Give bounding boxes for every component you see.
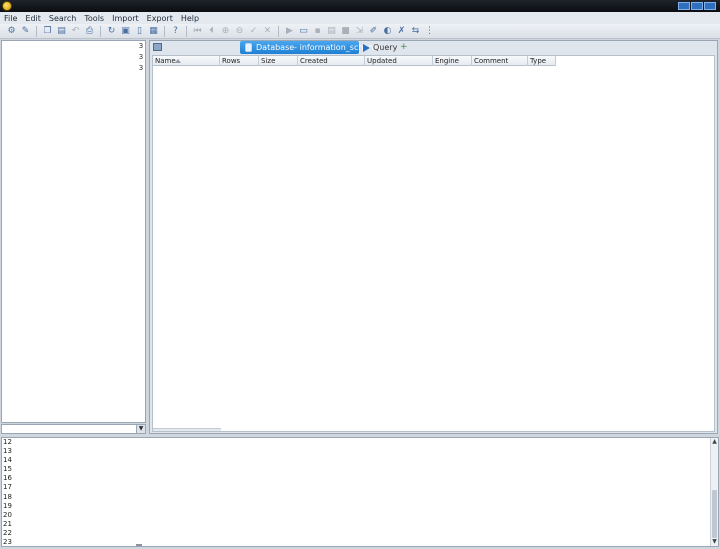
edit-icon[interactable]: ✐ — [368, 26, 379, 37]
save-icon[interactable]: ▪ — [312, 26, 323, 37]
prev-record-icon[interactable]: ⏴ — [206, 26, 217, 37]
clear-icon[interactable]: ✗ — [396, 26, 407, 37]
line-number: 13 — [3, 447, 12, 456]
database-icon — [245, 43, 252, 52]
line-number: 16 — [3, 474, 12, 483]
app-logo-icon — [2, 1, 12, 11]
more-options-icon[interactable]: ⋮ — [424, 26, 435, 37]
column-header-updated[interactable]: Updated — [365, 56, 433, 66]
export-icon[interactable]: ⇲ — [354, 26, 365, 37]
grid-header: Name Rows Size Created Updated Engine Co… — [153, 56, 556, 66]
add-record-icon[interactable]: ⊕ — [220, 26, 231, 37]
help-icon[interactable]: ? — [170, 26, 181, 37]
paste-icon[interactable]: ▤ — [56, 26, 67, 37]
line-number: 19 — [3, 501, 12, 510]
line-number: 15 — [3, 465, 12, 474]
database-selector[interactable]: ▼ — [1, 424, 146, 434]
tables-grid[interactable]: Name Rows Size Created Updated Engine Co… — [152, 55, 715, 432]
line-number: 20 — [3, 510, 12, 519]
link-icon[interactable]: ⇆ — [410, 26, 421, 37]
line-number: 18 — [3, 492, 12, 501]
toolbar-separator — [278, 25, 279, 37]
scroll-up-icon[interactable]: ▲ — [711, 438, 718, 446]
menu-import[interactable]: Import — [112, 14, 139, 23]
column-header-name[interactable]: Name — [153, 56, 220, 66]
column-header-created[interactable]: Created — [298, 56, 365, 66]
column-header-rows[interactable]: Rows — [220, 56, 259, 66]
play-icon — [363, 44, 370, 52]
print-icon[interactable]: ⎙ — [84, 26, 95, 37]
column-header-comment[interactable]: Comment — [472, 56, 528, 66]
add-tab-icon[interactable]: + — [400, 43, 410, 52]
close-button[interactable] — [704, 2, 716, 10]
scroll-thumb[interactable] — [712, 490, 717, 538]
menu-search[interactable]: Search — [49, 14, 76, 23]
menu-edit[interactable]: Edit — [25, 14, 41, 23]
save-as-icon[interactable]: ▤ — [326, 26, 337, 37]
tree-scroll-mark: 3 — [138, 53, 144, 61]
line-number: 12 — [3, 438, 12, 446]
tree-scroll-mark: 3 — [138, 42, 144, 50]
open-folder-icon[interactable]: ▭ — [298, 26, 309, 37]
chevron-down-icon[interactable]: ▼ — [136, 425, 145, 433]
tab-database[interactable]: Database- information_schema — [240, 41, 381, 54]
maximize-button[interactable] — [691, 2, 703, 10]
first-record-icon[interactable]: ⏮ — [192, 26, 203, 37]
title-bar — [0, 0, 720, 12]
menu-help[interactable]: Help — [181, 14, 199, 23]
main-toolbar: ⚙ ✎ ❐ ▤ ↶ ⎙ ↻ ▣ ▯ ▦ ? ⏮ ⏴ ⊕ ⊖ ✓ ✕ ▶ ▭ ▪ … — [0, 24, 720, 39]
table-view-icon[interactable] — [153, 43, 162, 51]
tab-query-label: Query — [373, 43, 398, 52]
resize-grip[interactable] — [136, 544, 142, 546]
menu-tools[interactable]: Tools — [84, 14, 104, 23]
line-number: 14 — [3, 456, 12, 465]
toolbar-separator — [36, 25, 37, 37]
line-number: 22 — [3, 528, 12, 537]
briefcase-icon[interactable]: ■ — [340, 26, 351, 37]
tree-scroll-mark: 3 — [138, 64, 144, 72]
lock-icon[interactable]: ▣ — [120, 26, 131, 37]
line-number-gutter: 12 13 14 15 16 17 18 19 20 21 22 23 — [2, 438, 22, 546]
menu-bar: File Edit Search Tools Import Export Hel… — [0, 12, 720, 24]
copy-icon[interactable]: ❐ — [42, 26, 53, 37]
object-tree-panel[interactable]: 3 3 3 — [1, 40, 146, 423]
window-controls[interactable] — [678, 2, 716, 10]
refresh-icon[interactable]: ↻ — [106, 26, 117, 37]
column-header-engine[interactable]: Engine — [433, 56, 472, 66]
tree-scrollbar[interactable]: 3 3 3 — [137, 41, 145, 422]
tab-query[interactable]: Query — [362, 41, 397, 54]
undo-icon[interactable]: ↶ — [70, 26, 81, 37]
toolbar-separator — [164, 25, 165, 37]
line-number: 17 — [3, 483, 12, 492]
highlight-icon[interactable]: ◐ — [382, 26, 393, 37]
table-icon[interactable]: ▦ — [148, 26, 159, 37]
toolbar-separator — [186, 25, 187, 37]
log-vertical-scrollbar[interactable]: ▲ ▼ — [710, 438, 718, 546]
main-panel: Database- information_schema Query + Nam… — [149, 40, 718, 434]
log-panel[interactable]: 12 13 14 15 16 17 18 19 20 21 22 23 ▲ ▼ — [1, 437, 719, 547]
cancel-icon[interactable]: ✕ — [262, 26, 273, 37]
run-icon[interactable]: ▶ — [284, 26, 295, 37]
sort-ascending-icon — [175, 59, 181, 63]
menu-file[interactable]: File — [4, 14, 17, 23]
tab-strip: Database- information_schema Query + — [150, 41, 717, 54]
commit-icon[interactable]: ✓ — [248, 26, 259, 37]
line-number: 21 — [3, 519, 12, 528]
line-number: 23 — [3, 538, 12, 547]
minimize-button[interactable] — [678, 2, 690, 10]
column-header-type[interactable]: Type — [528, 56, 556, 66]
connect-icon[interactable]: ⚙ — [6, 26, 17, 37]
menu-export[interactable]: Export — [147, 14, 173, 23]
delete-record-icon[interactable]: ⊖ — [234, 26, 245, 37]
grid-horizontal-scrollbar[interactable] — [153, 428, 221, 431]
scroll-down-icon[interactable]: ▼ — [711, 538, 718, 546]
pen-icon[interactable]: ✎ — [20, 26, 31, 37]
column-header-size[interactable]: Size — [259, 56, 298, 66]
new-document-icon[interactable]: ▯ — [134, 26, 145, 37]
toolbar-separator — [100, 25, 101, 37]
